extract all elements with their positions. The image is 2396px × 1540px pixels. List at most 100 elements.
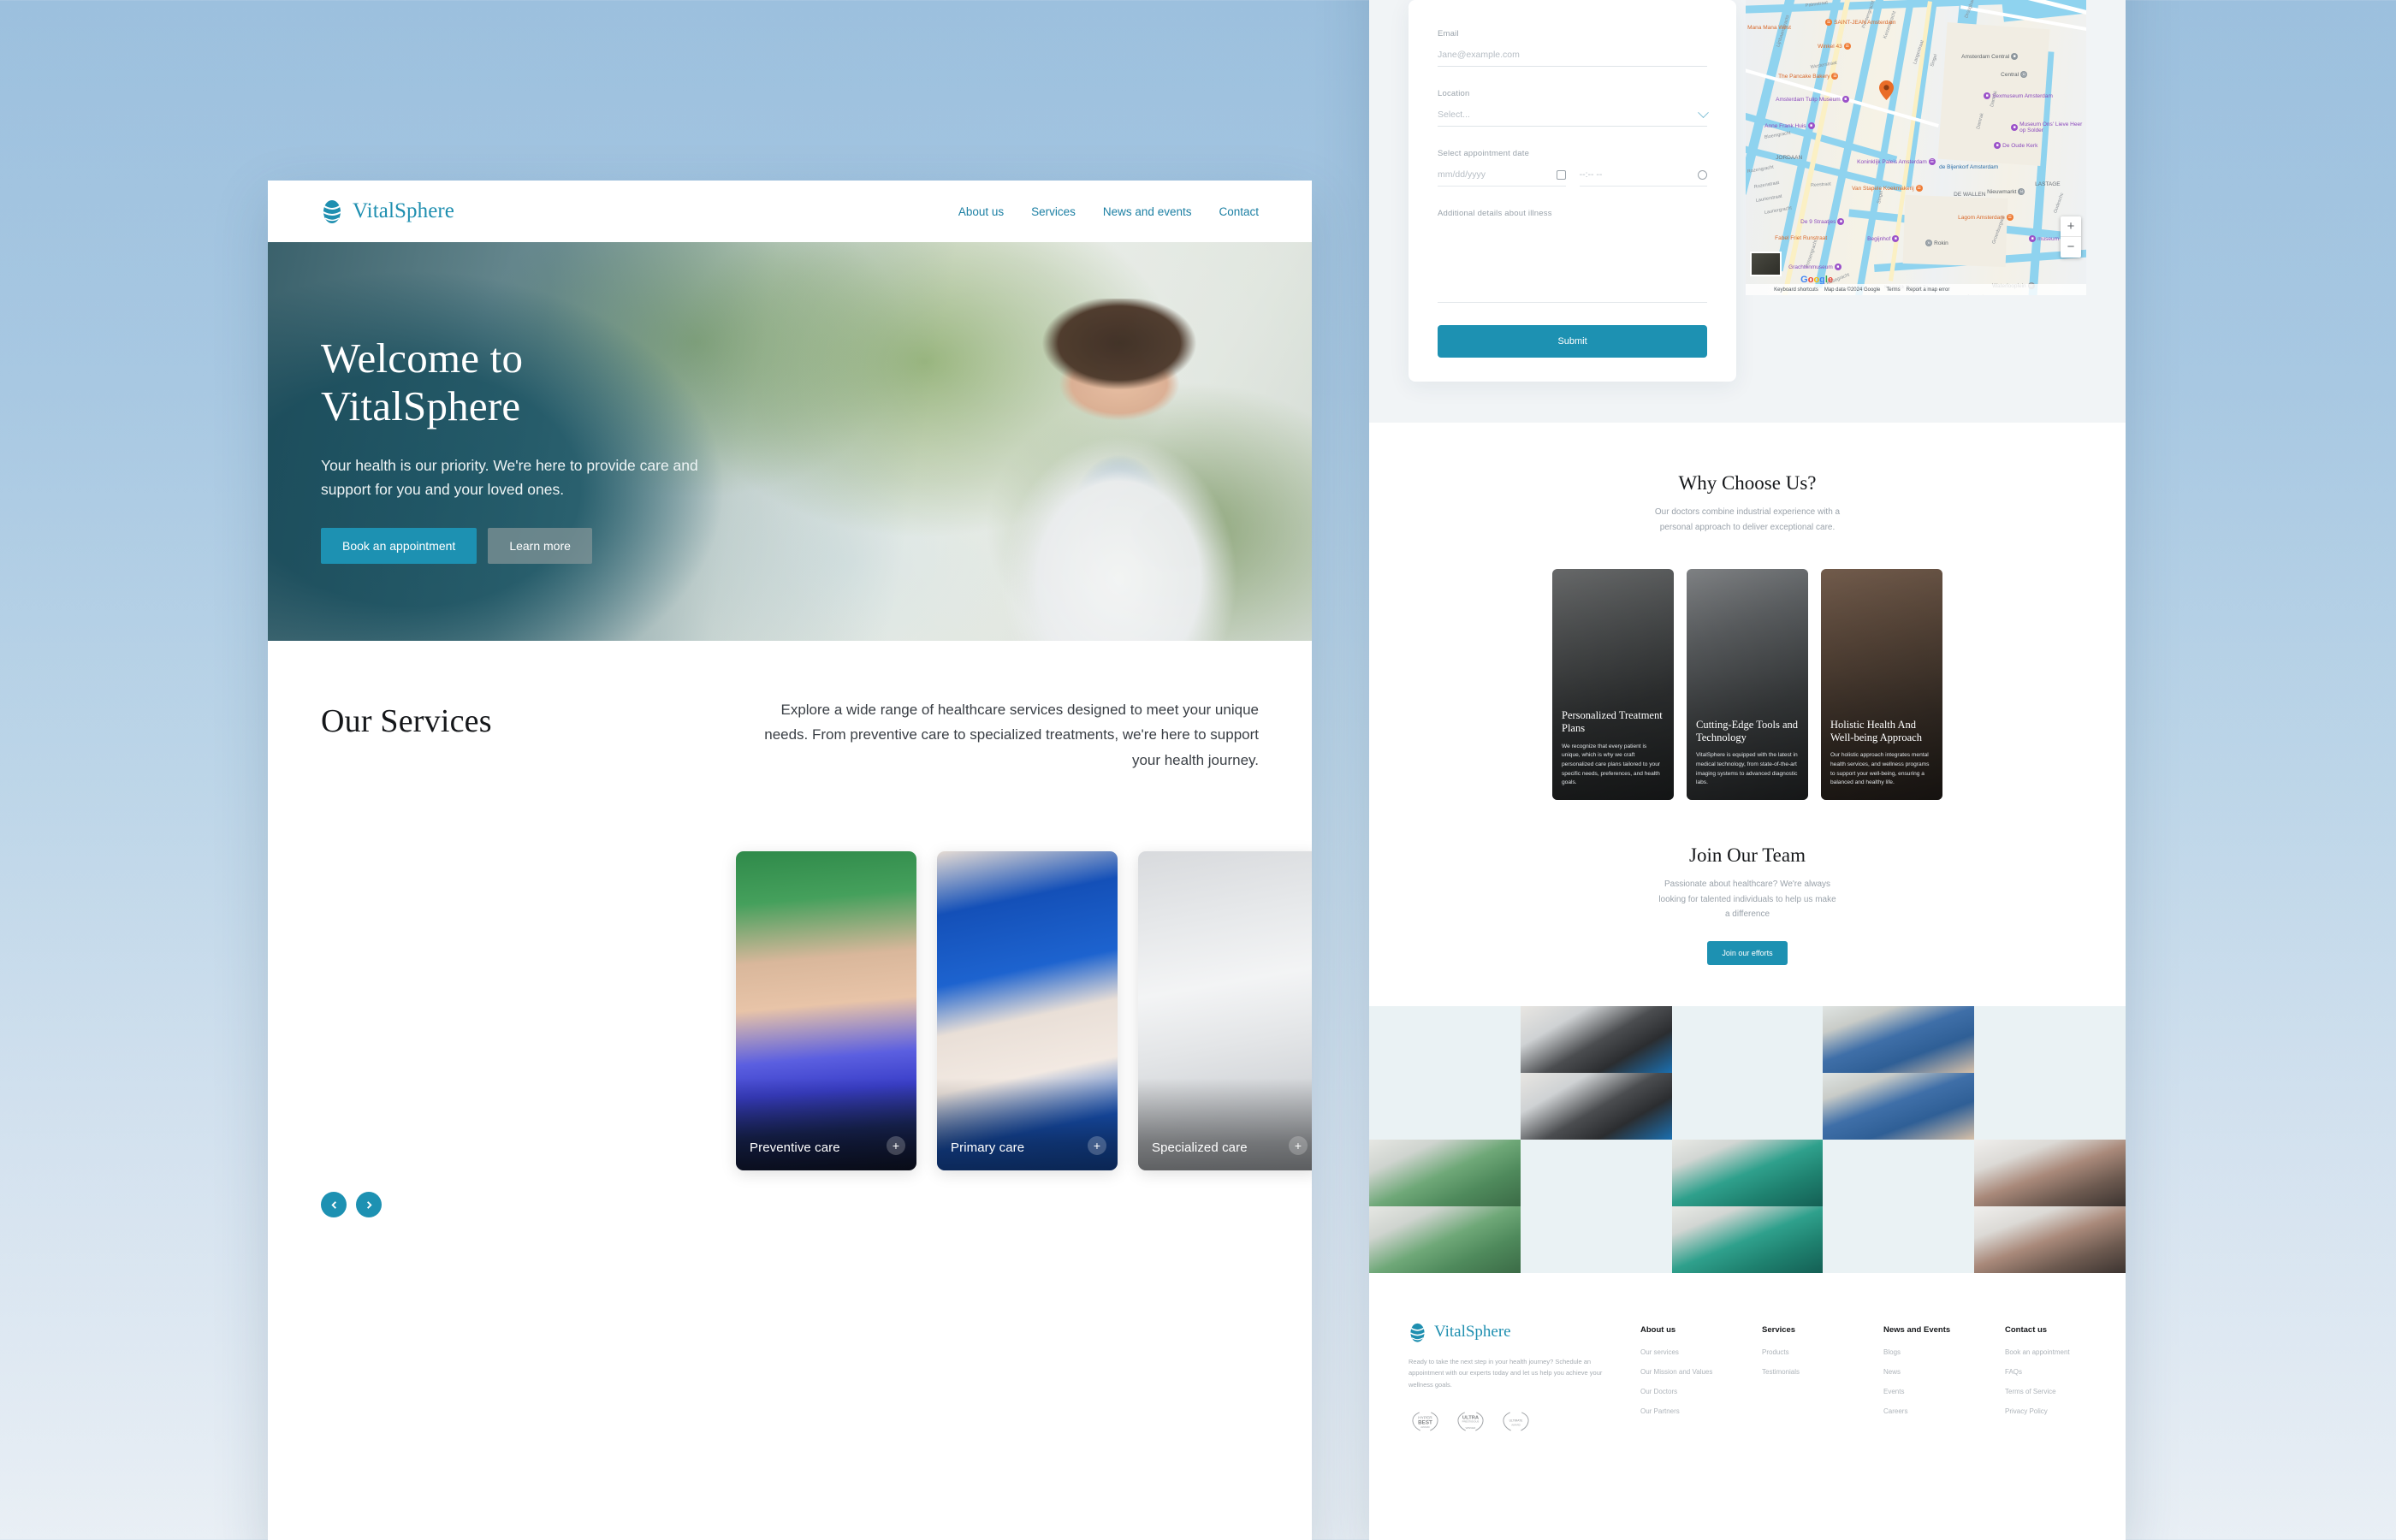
map-poi-label[interactable]: The Pancake Bakery ☰ xyxy=(1778,73,1839,80)
carousel-prev-button[interactable] xyxy=(321,1192,347,1218)
map-poi-text: Rokin xyxy=(1934,240,1948,246)
location-map[interactable]: Palmstraat Prinsengracht Keizersgracht West… xyxy=(1746,0,2086,295)
svg-text:ULTIMATE: ULTIMATE xyxy=(1509,1419,1523,1423)
nav-item-news-and-events[interactable]: News and events xyxy=(1103,205,1192,218)
time-input[interactable]: --:-- -- xyxy=(1580,169,1603,180)
map-poi-text: JORDAAN xyxy=(1776,155,1803,161)
submit-button[interactable]: Submit xyxy=(1438,325,1708,358)
details-textarea[interactable] xyxy=(1438,229,1708,303)
date-input[interactable]: mm/dd/yyyy xyxy=(1438,169,1486,180)
date-field-group: Select appointment date mm/dd/yyyy --:--… xyxy=(1438,149,1708,187)
vitalsphere-globe-icon xyxy=(1409,1323,1426,1342)
email-input[interactable]: Jane@example.com xyxy=(1438,50,1520,60)
map-poi-label[interactable]: Central Ⓜ xyxy=(2001,71,2028,78)
learn-more-button[interactable]: Learn more xyxy=(488,527,592,564)
map-poi-label[interactable]: Amsterdam Tulip Museum ■ xyxy=(1776,96,1849,103)
map-poi-label[interactable]: De 9 Straatjes ■ xyxy=(1800,218,1845,225)
map-poi-label[interactable]: de Bijenkorf Amsterdam xyxy=(1939,164,1998,170)
map-poi-label[interactable]: ■ Sexmuseum Amsterdam xyxy=(1984,92,2053,99)
gallery-cell-empty xyxy=(1974,1005,2126,1073)
map-terms-link[interactable]: Terms xyxy=(1886,287,1900,293)
map-poi-label[interactable]: Fabel Friet Runstraat xyxy=(1775,235,1827,241)
nav-item-about-us[interactable]: About us xyxy=(958,205,1004,218)
feature-card[interactable]: Cutting-Edge Tools and Technology VitalS… xyxy=(1687,569,1808,800)
service-card[interactable]: Specialized care + xyxy=(1138,851,1312,1171)
gallery-cell-empty xyxy=(1520,1139,1672,1206)
calendar-icon[interactable] xyxy=(1556,169,1566,180)
map-poi-text: Van Stapele Koekmakerij xyxy=(1852,185,1914,192)
footer-link[interactable]: Book an appointment xyxy=(2005,1348,2086,1356)
chevron-down-icon xyxy=(1698,106,1710,118)
feature-card[interactable]: Holistic Health And Well-being Approach … xyxy=(1821,569,1942,800)
map-poi-label[interactable]: Nieuwmarkt Ⓜ xyxy=(1987,188,2025,195)
footer-brand-logo[interactable]: VitalSphere xyxy=(1409,1323,1606,1342)
map-block xyxy=(1902,194,2008,268)
email-field-group: Email Jane@example.com xyxy=(1438,29,1708,67)
nav-item-contact[interactable]: Contact xyxy=(1219,205,1259,218)
footer-link[interactable]: FAQs xyxy=(2005,1368,2086,1376)
feature-card[interactable]: Personalized Treatment Plans We recogniz… xyxy=(1552,569,1674,800)
map-location-pin[interactable] xyxy=(1879,80,1895,100)
map-poi-marker-icon: ☰ xyxy=(1831,73,1839,80)
service-card[interactable]: Preventive care + xyxy=(736,851,916,1171)
nav-item-services[interactable]: Services xyxy=(1031,205,1076,218)
brand-logo[interactable]: VitalSphere xyxy=(321,199,454,224)
map-poi-label[interactable]: Lagom Amsterdam ☰ xyxy=(1958,214,2013,221)
map-poi-marker-icon: ☰ xyxy=(1928,158,1936,165)
map-poi-label[interactable]: Van Stapele Koekmakerij ☰ xyxy=(1852,185,1923,192)
map-poi-label[interactable]: Mana Mana West xyxy=(1747,25,1791,31)
footer-link[interactable]: Careers xyxy=(1883,1407,1965,1415)
services-heading: Our Services xyxy=(321,703,492,739)
join-team-subtitle: Passionate about healthcare? We're alway… xyxy=(1658,880,1836,919)
footer-link[interactable]: Privacy Policy xyxy=(2005,1407,2086,1415)
map-poi-label[interactable]: Ⓜ Rokin xyxy=(1925,240,1948,246)
map-poi-label[interactable]: Begijnhof ■ xyxy=(1867,235,1900,242)
carousel-next-button[interactable] xyxy=(356,1192,382,1218)
map-poi-label[interactable]: JORDAAN xyxy=(1776,155,1802,161)
map-poi-text: Mana Mana West xyxy=(1747,25,1791,31)
footer-link[interactable]: Our services xyxy=(1640,1348,1722,1356)
service-card[interactable]: Primary care + xyxy=(937,851,1118,1171)
award-badge-ultra-prestigious: ULTRA PRESTIGIOUS WINNER xyxy=(1454,1410,1487,1433)
site-footer: VitalSphere Ready to take the next step … xyxy=(1369,1272,2126,1468)
map-poi-marker-icon: ■ xyxy=(1841,96,1849,103)
join-our-efforts-button[interactable]: Join our efforts xyxy=(1707,940,1788,965)
map-satellite-thumbnail[interactable] xyxy=(1750,252,1782,276)
map-poi-label[interactable]: ■ De Oude Kerk xyxy=(1994,142,2037,149)
map-report-error-link[interactable]: Report a map error xyxy=(1907,287,1950,293)
footer-link[interactable]: Events xyxy=(1883,1388,1965,1395)
gallery-photo-nurse-phone xyxy=(1823,1005,1975,1073)
footer-link[interactable]: Testimonials xyxy=(1762,1368,1843,1376)
map-poi-label[interactable]: ■ Museum Ons' Lieve Heer op Solder xyxy=(2011,121,2086,133)
map-poi-label[interactable]: ☰ SAINT-JEAN Amsterdam xyxy=(1825,19,1895,26)
map-zoom-controls[interactable]: + − xyxy=(2061,216,2081,258)
map-poi-marker-icon: Ⓜ xyxy=(2018,188,2025,195)
footer-link[interactable]: News xyxy=(1883,1368,1965,1376)
map-zoom-in-button[interactable]: + xyxy=(2061,216,2081,237)
footer-link[interactable]: Products xyxy=(1762,1348,1843,1356)
clock-icon[interactable] xyxy=(1698,169,1708,180)
map-poi-label[interactable]: Winkel 43 ☰ xyxy=(1818,43,1851,50)
footer-link[interactable]: Our Doctors xyxy=(1640,1388,1722,1395)
map-poi-label[interactable]: Grachtenmuseum ■ xyxy=(1788,264,1841,270)
hero-subtitle: Your health is our priority. We're here … xyxy=(321,456,698,498)
map-keyboard-shortcuts[interactable]: Keyboard shortcuts xyxy=(1774,287,1818,293)
footer-link[interactable]: Terms of Service xyxy=(2005,1388,2086,1395)
book-appointment-button[interactable]: Book an appointment xyxy=(321,527,477,564)
services-section: Our Services Explore a wide range of hea… xyxy=(268,641,1312,773)
map-poi-text: Lagom Amsterdam xyxy=(1958,214,2005,221)
map-poi-label[interactable]: Amsterdam Central ■ xyxy=(1961,53,2019,60)
footer-link[interactable]: Blogs xyxy=(1883,1348,1965,1356)
map-poi-text: The Pancake Bakery xyxy=(1778,73,1830,80)
map-poi-label[interactable]: LASTAGE xyxy=(2035,181,2061,187)
location-select[interactable]: Select... xyxy=(1438,110,1470,120)
map-poi-label[interactable]: Anne Frank Huis ■ xyxy=(1764,122,1815,129)
photo-gallery xyxy=(1369,1005,2126,1273)
footer-link[interactable]: Our Mission and Values xyxy=(1640,1368,1722,1376)
map-poi-label[interactable]: Koninklijk Paleis Amsterdam ☰ xyxy=(1857,158,1936,165)
map-zoom-out-button[interactable]: − xyxy=(2061,237,2081,258)
footer-link[interactable]: Our Partners xyxy=(1640,1407,1722,1415)
footer-column-title: News and Events xyxy=(1883,1324,1951,1335)
gallery-photo-doctor xyxy=(1974,1139,2126,1206)
map-poi-label[interactable]: DE WALLEN xyxy=(1954,192,1985,198)
